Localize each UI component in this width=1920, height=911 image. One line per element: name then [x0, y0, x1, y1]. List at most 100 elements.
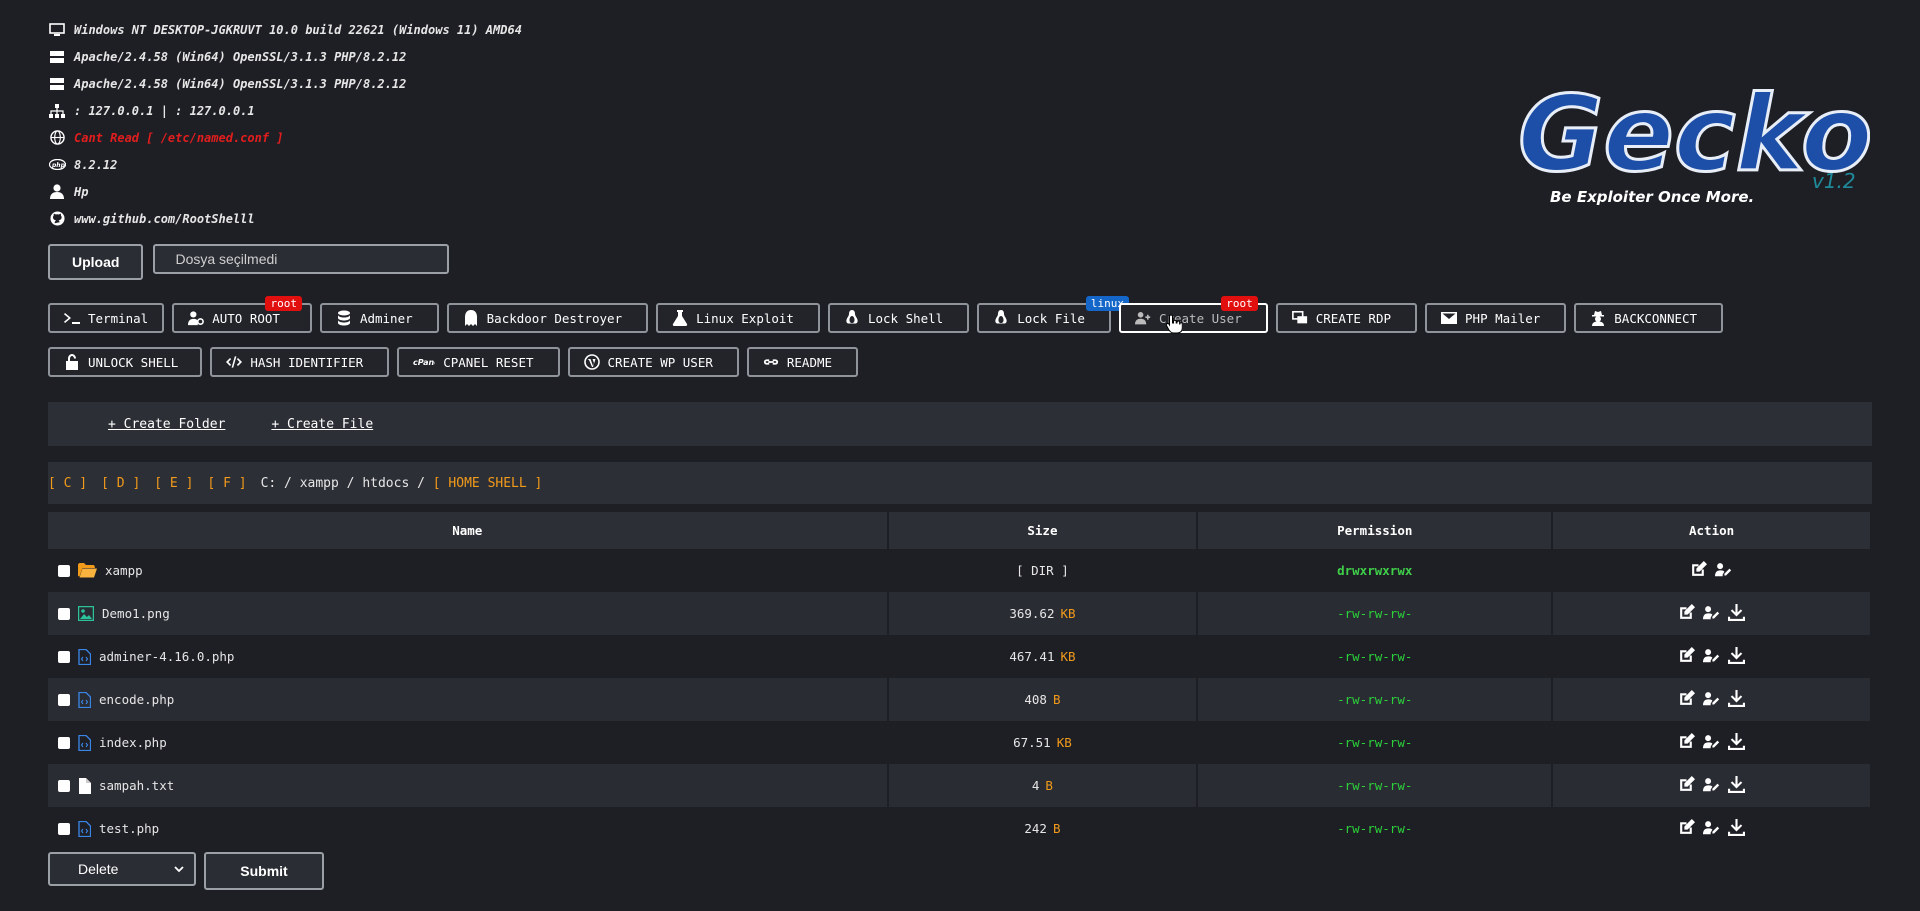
tools-row-2: UNLOCK SHELL HASH IDENTIFIER cPanel CPAN…	[48, 347, 1888, 377]
create-folder-link[interactable]: + Create Folder	[108, 417, 225, 432]
edit-icon[interactable]	[1678, 646, 1696, 664]
user-edit-icon[interactable]	[1703, 776, 1720, 793]
user-edit-icon[interactable]	[1703, 733, 1720, 750]
adminer-button[interactable]: Adminer	[319, 303, 439, 333]
drive-e-link[interactable]: [ E ]	[154, 476, 193, 491]
create-user-button[interactable]: Create User root	[1118, 296, 1268, 333]
file-name[interactable]: Demo1.png	[102, 606, 170, 621]
terminal-button[interactable]: Terminal	[48, 303, 165, 333]
readme-button[interactable]: README	[746, 347, 859, 377]
row-checkbox[interactable]	[58, 779, 70, 792]
file-permission[interactable]: -rw-rw-rw-	[1337, 692, 1412, 707]
path-segment[interactable]: xampp	[300, 476, 339, 491]
lock-shell-button[interactable]: Lock Shell	[827, 303, 970, 333]
code-file-icon	[78, 691, 91, 708]
file-permission[interactable]: -rw-rw-rw-	[1337, 778, 1412, 793]
backdoor-destroyer-button[interactable]: Backdoor Destroyer	[446, 303, 649, 333]
text-file-icon	[79, 777, 91, 794]
svg-text:cPanel: cPanel	[413, 358, 435, 367]
path-segment[interactable]: htdocs	[362, 476, 409, 491]
file-permission[interactable]: drwxrwxrwx	[1337, 563, 1412, 578]
linux-exploit-button[interactable]: Linux Exploit	[656, 303, 820, 333]
submit-button[interactable]: Submit	[204, 852, 324, 890]
table-row: xampp [ DIR ] drwxrwxrwx	[48, 549, 1872, 592]
bulk-actions: Delete Submit	[48, 852, 324, 890]
create-wp-user-button[interactable]: CREATE WP USER	[567, 347, 739, 377]
code-icon	[226, 356, 243, 368]
drive-c-link[interactable]: [ C ]	[48, 476, 87, 491]
github-icon	[48, 211, 66, 227]
row-checkbox[interactable]	[58, 564, 70, 577]
drive-d-link[interactable]: [ D ]	[101, 476, 140, 491]
col-action: Action	[1552, 512, 1872, 549]
php-mailer-button[interactable]: PHP Mailer	[1425, 303, 1567, 333]
cpanel-reset-button[interactable]: cPanel CPANEL RESET	[397, 347, 560, 377]
file-name[interactable]: index.php	[99, 735, 167, 750]
file-permission[interactable]: -rw-rw-rw-	[1337, 735, 1412, 750]
row-checkbox[interactable]	[58, 607, 70, 620]
code-file-icon	[78, 820, 91, 837]
file-name[interactable]: xampp	[105, 563, 143, 578]
os-info: Windows NT DESKTOP-JGKRUVT 10.0 build 22…	[48, 16, 522, 43]
folder-open-icon	[78, 563, 97, 578]
file-name[interactable]: adminer-4.16.0.php	[99, 649, 234, 664]
user-edit-icon[interactable]	[1703, 647, 1720, 664]
edit-icon[interactable]	[1678, 689, 1696, 707]
code-file-icon	[78, 648, 91, 665]
user-edit-icon[interactable]	[1714, 561, 1732, 578]
edit-icon[interactable]	[1678, 603, 1696, 621]
chevron-down-icon	[174, 865, 184, 872]
file-name[interactable]: test.php	[99, 821, 159, 836]
size-unit: KB	[1060, 649, 1076, 664]
cpanel-icon: cPanel	[413, 358, 435, 367]
download-icon[interactable]	[1728, 603, 1746, 621]
user-gear-icon	[188, 311, 205, 326]
file-chooser[interactable]: Dosya seçilmedi	[153, 244, 450, 274]
path-segment[interactable]: C:	[261, 476, 277, 491]
row-checkbox[interactable]	[58, 650, 70, 663]
file-size: 67.51	[1013, 735, 1051, 750]
backconnect-button[interactable]: BACKCONNECT	[1574, 303, 1724, 333]
table-row: index.php 67.51 KB -rw-rw-rw-	[48, 721, 1872, 764]
lock-file-button[interactable]: Lock File linux	[977, 296, 1129, 333]
root-badge: root	[265, 296, 302, 311]
edit-icon[interactable]	[1678, 775, 1696, 793]
create-rdp-button[interactable]: CREATE RDP	[1275, 303, 1418, 333]
user-edit-icon[interactable]	[1703, 819, 1720, 836]
download-icon[interactable]	[1728, 775, 1746, 793]
github-info: www.github.com/RootShelll	[48, 205, 522, 232]
file-size: 4	[1031, 778, 1040, 793]
create-file-link[interactable]: + Create File	[271, 417, 373, 432]
table-row: adminer-4.16.0.php 467.41 KB -rw-rw-rw-	[48, 635, 1872, 678]
file-permission[interactable]: -rw-rw-rw-	[1337, 821, 1412, 836]
download-icon[interactable]	[1728, 818, 1746, 836]
unlock-shell-button[interactable]: UNLOCK SHELL	[48, 347, 203, 377]
download-icon[interactable]	[1728, 646, 1746, 664]
edit-icon[interactable]	[1690, 560, 1707, 578]
file-permission[interactable]: -rw-rw-rw-	[1337, 606, 1412, 621]
upload-button[interactable]: Upload	[48, 244, 144, 280]
file-name[interactable]: encode.php	[99, 692, 174, 707]
download-icon[interactable]	[1728, 732, 1746, 750]
row-checkbox[interactable]	[58, 693, 70, 706]
database-icon	[337, 310, 350, 326]
download-icon[interactable]	[1728, 689, 1746, 707]
path-separator: /	[417, 475, 425, 491]
user-edit-icon[interactable]	[1703, 690, 1720, 707]
hash-identifier-button[interactable]: HASH IDENTIFIER	[210, 347, 390, 377]
user-edit-icon[interactable]	[1703, 604, 1720, 621]
size-unit: KB	[1056, 735, 1072, 750]
row-checkbox[interactable]	[58, 736, 70, 749]
edit-icon[interactable]	[1678, 818, 1696, 836]
bulk-action-select[interactable]: Delete	[48, 852, 196, 886]
file-name[interactable]: sampah.txt	[99, 778, 174, 793]
auto-root-button[interactable]: AUTO ROOT root	[172, 296, 312, 333]
user-plus-icon	[1134, 312, 1151, 325]
row-checkbox[interactable]	[58, 822, 70, 835]
table-row: sampah.txt 4B -rw-rw-rw-	[48, 764, 1872, 807]
drive-f-link[interactable]: [ F ]	[207, 476, 246, 491]
file-permission[interactable]: -rw-rw-rw-	[1337, 649, 1412, 664]
edit-icon[interactable]	[1678, 732, 1696, 750]
user-secret-icon	[1592, 311, 1605, 326]
home-shell-link[interactable]: [ HOME SHELL ]	[433, 476, 543, 491]
